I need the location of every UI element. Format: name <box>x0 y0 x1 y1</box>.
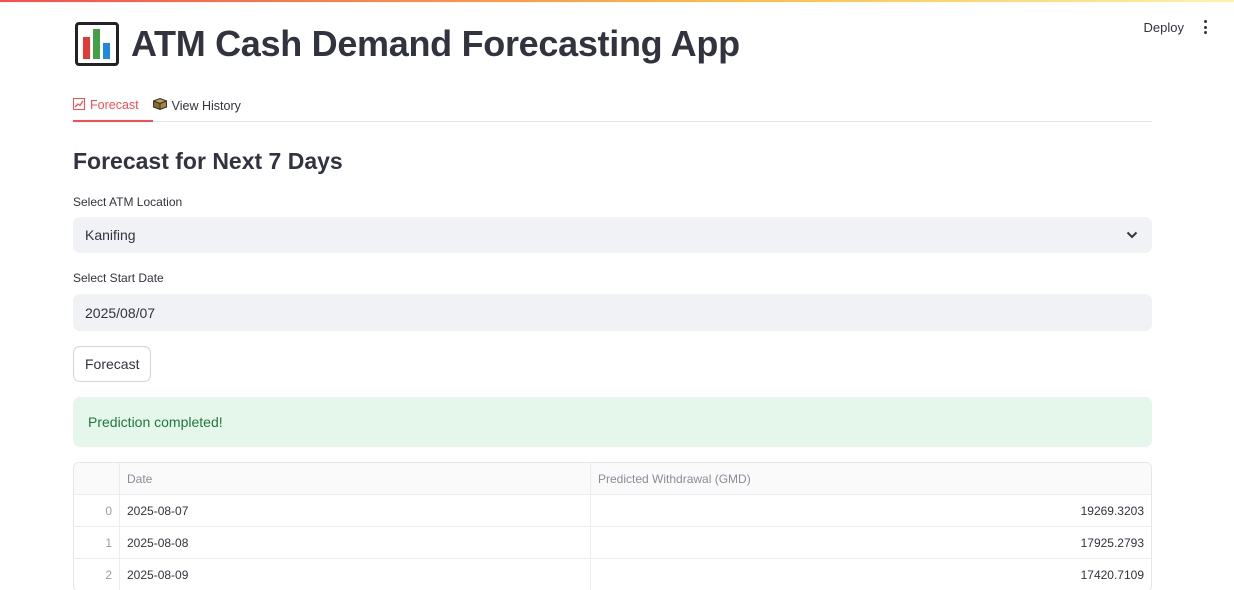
tab-label: Forecast <box>90 98 139 112</box>
column-header-predicted-withdrawal[interactable]: Predicted Withdrawal (GMD) <box>591 463 1151 494</box>
page-title: ATM Cash Demand Forecasting App <box>131 23 740 64</box>
table-row: 2 2025-08-09 17420.7109 <box>74 559 1151 590</box>
table-header-row: Date Predicted Withdrawal (GMD) <box>74 463 1151 495</box>
table-row: 0 2025-08-07 19269.3203 <box>74 495 1151 527</box>
deploy-button[interactable]: Deploy <box>1144 20 1184 35</box>
date-cell[interactable]: 2025-08-08 <box>120 527 591 558</box>
tab-label: View History <box>171 98 241 113</box>
page-header: ATM Cash Demand Forecasting App <box>75 22 740 66</box>
package-icon <box>151 97 168 113</box>
row-index: 1 <box>74 527 120 558</box>
header-actions: Deploy <box>1144 18 1212 36</box>
bar-chart-icon <box>75 22 119 66</box>
withdrawal-cell[interactable]: 19269.3203 <box>591 495 1151 526</box>
column-header-date[interactable]: Date <box>120 463 591 494</box>
date-cell[interactable]: 2025-08-09 <box>120 559 591 590</box>
chart-increasing-icon <box>73 97 85 113</box>
location-select-value: Kanifing <box>85 227 136 243</box>
location-label: Select ATM Location <box>73 195 183 209</box>
withdrawal-cell[interactable]: 17420.7109 <box>591 559 1151 590</box>
tab-forecast[interactable]: Forecast <box>73 90 153 122</box>
top-decoration-line <box>0 0 1234 2</box>
forecast-table[interactable]: Date Predicted Withdrawal (GMD) 0 2025-0… <box>73 462 1152 590</box>
column-header-index[interactable] <box>74 463 120 494</box>
location-select[interactable]: Kanifing <box>73 217 1152 253</box>
main-menu-icon[interactable] <box>1198 18 1212 36</box>
alert-text: Prediction completed! <box>88 414 223 430</box>
chevron-down-icon <box>1124 227 1140 243</box>
forecast-button[interactable]: Forecast <box>73 346 152 382</box>
table-row: 1 2025-08-08 17925.2793 <box>74 527 1151 559</box>
start-date-label: Select Start Date <box>73 271 164 285</box>
section-title: Forecast for Next 7 Days <box>73 148 343 174</box>
row-index: 2 <box>74 559 120 590</box>
success-alert: Prediction completed! <box>73 397 1152 447</box>
start-date-input[interactable]: 2025/08/07 <box>73 294 1152 331</box>
start-date-value: 2025/08/07 <box>85 304 156 321</box>
tab-view-history[interactable]: View History <box>151 90 255 121</box>
withdrawal-cell[interactable]: 17925.2793 <box>591 527 1151 558</box>
date-cell[interactable]: 2025-08-07 <box>120 495 591 526</box>
tab-bar: Forecast View History <box>73 90 1152 122</box>
row-index: 0 <box>74 495 120 526</box>
